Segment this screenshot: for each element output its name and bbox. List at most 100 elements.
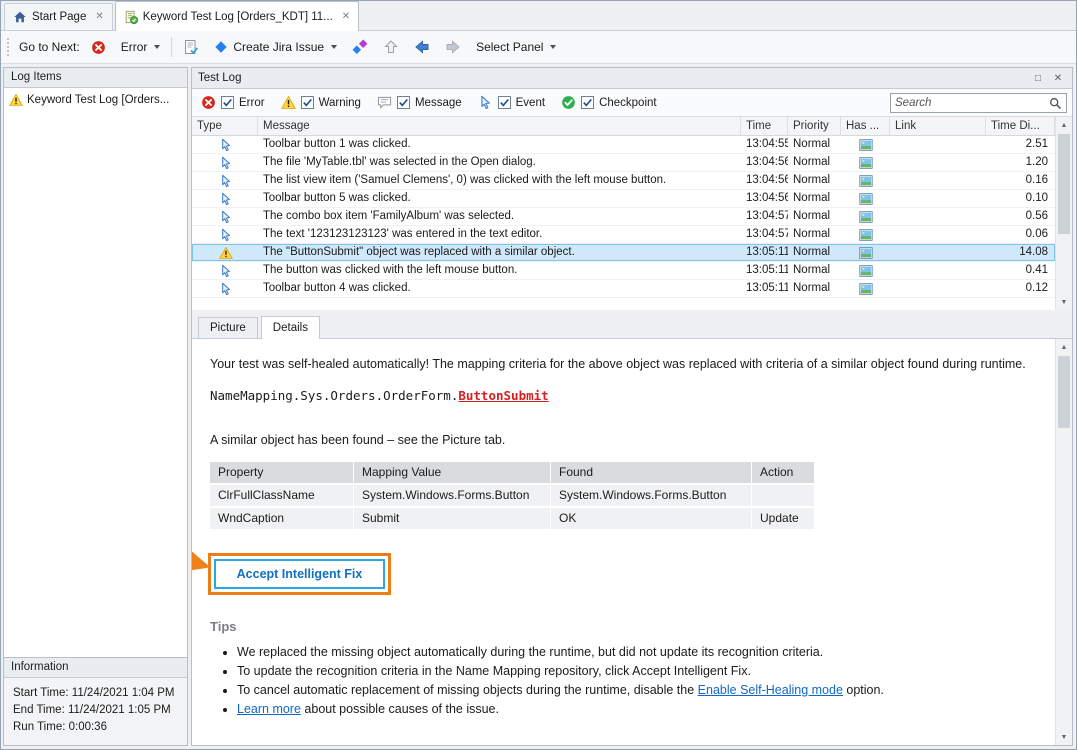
mapping-cell: Submit [354,508,550,529]
filter-warning: Warning [281,95,361,110]
maximize-panel-icon[interactable]: □ [1030,71,1046,86]
tip-item: To cancel automatic replacement of missi… [237,681,1048,700]
error-filter-label[interactable]: Error [239,97,265,109]
log-items-tree-item[interactable]: Keyword Test Log [Orders... [4,88,187,112]
navigate-forward-button[interactable] [441,36,465,58]
app-window: Start Page ✕ Keyword Test Log [Orders_KD… [0,0,1077,750]
log-items-title: Log Items [4,68,187,88]
tab-keyword-test-log[interactable]: Keyword Test Log [Orders_KDT] 11... ✕ [115,1,359,31]
search-input[interactable] [895,97,1049,109]
jira-bulk-button[interactable] [348,36,372,58]
warning-filter-label[interactable]: Warning [319,97,361,109]
navigate-up-button[interactable] [379,36,403,58]
link-cell [890,172,986,189]
picture-icon [859,175,873,187]
log-row[interactable]: The file 'MyTable.tbl' was selected in t… [192,154,1055,172]
jira-bulk-icon [352,39,368,55]
start-time-text: Start Time: 11/24/2021 1:04 PM [13,685,178,702]
col-time-diff[interactable]: Time Di... [986,117,1055,135]
error-icon [91,40,106,55]
col-type[interactable]: Type [192,117,258,135]
scroll-thumb[interactable] [1058,134,1070,234]
checkpoint-filter-label[interactable]: Checkpoint [599,97,657,109]
link-cell [890,190,986,207]
col-has[interactable]: Has ... [841,117,890,135]
go-to-next-label: Go to Next: [19,40,80,54]
picture-icon [859,229,873,241]
filter-checkpoint: Checkpoint [561,95,657,110]
log-row[interactable]: Toolbar button 1 was clicked. 13:04:55 N… [192,136,1055,154]
col-message[interactable]: Message [258,117,741,135]
link-cell [890,226,986,243]
details-scrollbar[interactable]: ▲ ▼ [1055,339,1072,745]
mapping-col-action: Action [752,462,814,483]
scroll-down-icon[interactable]: ▼ [1056,729,1072,745]
warning-icon [281,95,296,110]
event-filter-label[interactable]: Event [516,97,545,109]
picture-icon [859,211,873,223]
go-to-next-error-button[interactable] [87,37,110,58]
log-table-scrollbar[interactable]: ▲ ▼ [1055,117,1072,310]
accept-intelligent-fix-button[interactable]: Accept Intelligent Fix [214,559,385,589]
link-cell [890,136,986,153]
post-issue-button[interactable] [179,36,203,58]
close-panel-icon[interactable]: ✕ [1050,71,1066,86]
log-row[interactable]: Toolbar button 4 was clicked. 13:05:11 N… [192,280,1055,298]
picture-icon [859,247,873,259]
filter-event: Event [478,95,545,110]
scroll-thumb[interactable] [1058,356,1070,428]
filter-error: Error [201,95,265,110]
error-type-dropdown[interactable]: Error [117,37,165,57]
toolbar-grip[interactable] [7,38,11,56]
checkpoint-checkbox[interactable] [581,96,594,109]
log-row[interactable]: The text '123123123123' was entered in t… [192,226,1055,244]
log-row[interactable]: The button was clicked with the left mou… [192,262,1055,280]
message-checkbox[interactable] [397,96,410,109]
tab-details[interactable]: Details [261,316,320,339]
message-filter-label[interactable]: Message [415,97,462,109]
toolbar: Go to Next: Error Create Jira Issue [1,31,1076,64]
test-log-icon [124,10,138,24]
learn-more-link[interactable]: Learn more [237,702,301,716]
mapping-cell: System.Windows.Forms.Button [354,485,550,506]
enable-self-healing-link[interactable]: Enable Self-Healing mode [698,683,843,697]
picture-icon [859,265,873,277]
information-panel: Information Start Time: 11/24/2021 1:04 … [4,657,187,745]
link-cell [890,208,986,225]
error-checkbox[interactable] [221,96,234,109]
jira-icon [214,40,228,54]
mapping-col-value: Mapping Value [354,462,550,483]
log-row[interactable]: The list view item ('Samuel Clemens', 0)… [192,172,1055,190]
log-row[interactable]: Toolbar button 5 was clicked. 13:04:56 N… [192,190,1055,208]
create-jira-issue-button[interactable]: Create Jira Issue [210,37,341,57]
navigate-back-button[interactable] [410,36,434,58]
tips-list: We replaced the missing object automatic… [210,643,1048,719]
mapping-col-property: Property [210,462,353,483]
tab-start-page[interactable]: Start Page ✕ [4,3,113,30]
event-icon [219,192,233,206]
filter-bar: Error Warning Message Event Checkpoint [192,89,1072,117]
scroll-up-icon[interactable]: ▲ [1056,339,1072,355]
close-tab-icon[interactable]: ✕ [95,12,103,22]
tab-picture[interactable]: Picture [198,317,258,339]
log-table: Type Message Time Priority Has ... Link … [192,117,1072,310]
scroll-up-icon[interactable]: ▲ [1056,117,1072,133]
scroll-down-icon[interactable]: ▼ [1056,294,1072,310]
close-tab-icon[interactable]: ✕ [342,12,350,22]
col-link[interactable]: Link [890,117,986,135]
warning-checkbox[interactable] [301,96,314,109]
selfheal-intro-text: Your test was self-healed automatically!… [210,355,1048,375]
search-box[interactable] [890,93,1067,113]
event-icon [219,228,233,242]
col-time[interactable]: Time [741,117,788,135]
callout-arrow-icon [192,540,213,582]
mapping-cell: ClrFullClassName [210,485,353,506]
mapping-table: Property Mapping Value Found Action ClrF… [210,462,815,529]
col-priority[interactable]: Priority [788,117,841,135]
log-row[interactable]: The combo box item 'FamilyAlbum' was sel… [192,208,1055,226]
select-panel-dropdown[interactable]: Select Panel [472,37,560,57]
event-checkbox[interactable] [498,96,511,109]
log-row-selected[interactable]: The "ButtonSubmit" object was replaced w… [192,244,1055,262]
event-icon [478,95,493,110]
details-panel: Your test was self-healed automatically!… [192,338,1072,745]
